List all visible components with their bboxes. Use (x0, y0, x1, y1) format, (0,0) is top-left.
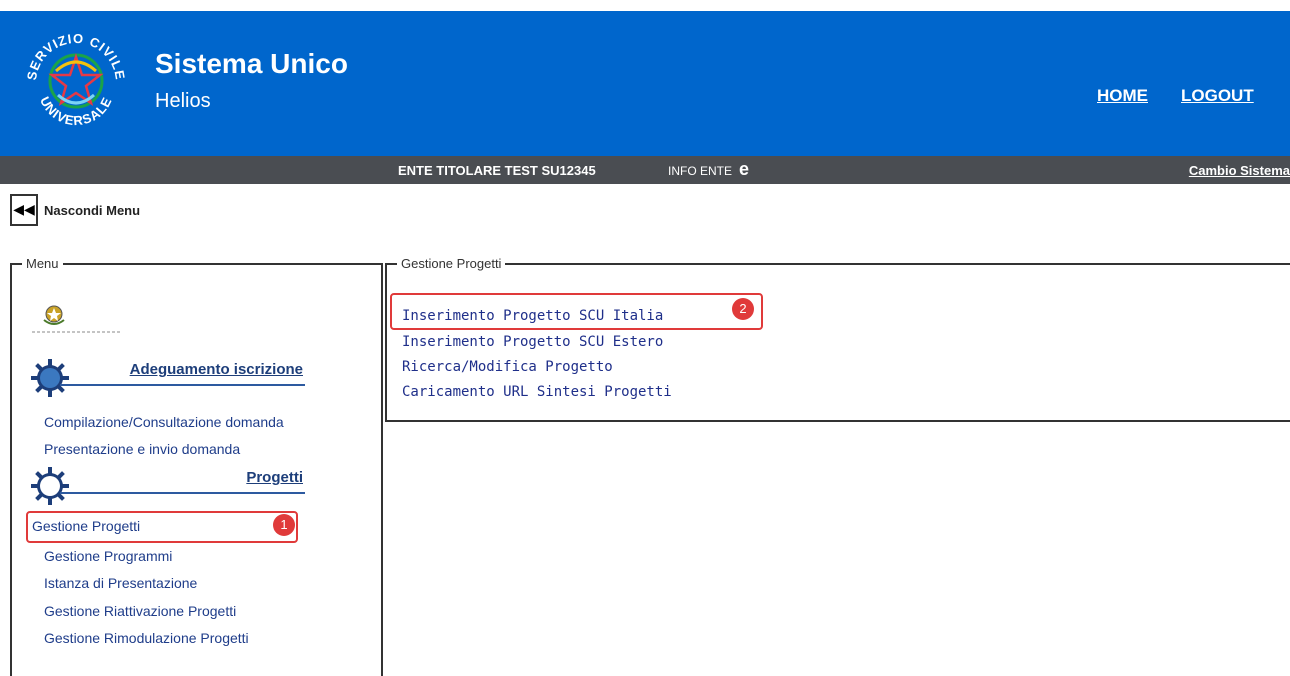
logout-link[interactable]: LOGOUT (1181, 86, 1254, 106)
annotation-highlight-2 (390, 293, 763, 330)
section-title-progetti[interactable]: Progetti (246, 469, 303, 486)
hide-menu-label: Nascondi Menu (44, 202, 141, 218)
italian-republic-emblem (32, 305, 122, 333)
link-caricamento-url[interactable]: Caricamento URL Sintesi Progetti (402, 384, 672, 400)
header-bar: SERVIZIO CIVILE UNIVERSALE Sistema Unico… (0, 11, 1290, 156)
hide-menu-button[interactable]: ◀◀ Nascondi Menu (10, 192, 140, 228)
menu-legend: Menu (26, 256, 59, 271)
menu-item-compilazione[interactable]: Compilazione/Consultazione domanda (44, 414, 284, 430)
gear-icon (31, 467, 69, 505)
section-underline (60, 492, 305, 494)
link-inserimento-estero[interactable]: Inserimento Progetto SCU Estero (402, 334, 663, 350)
home-link[interactable]: HOME (1097, 86, 1148, 106)
menu-item-rimodulazione[interactable]: Gestione Rimodulazione Progetti (44, 630, 249, 646)
gear-icon (31, 359, 69, 397)
svg-text:UNIVERSALE: UNIVERSALE (37, 94, 115, 128)
gestione-progetti-legend: Gestione Progetti (401, 256, 502, 271)
menu-item-gestione-programmi[interactable]: Gestione Programmi (44, 548, 172, 564)
app-title: Sistema Unico (155, 48, 348, 79)
menu-item-presentazione[interactable]: Presentazione e invio domanda (44, 441, 240, 457)
e-icon[interactable]: e (739, 159, 749, 180)
annotation-badge-1: 1 (273, 514, 295, 536)
menu-item-istanza-presentazione[interactable]: Istanza di Presentazione (44, 575, 197, 591)
servizio-civile-logo: SERVIZIO CIVILE UNIVERSALE (24, 31, 127, 129)
annotation-badge-2: 2 (732, 298, 754, 320)
app-subtitle: Helios (155, 90, 211, 112)
section-progetti: Progetti (30, 466, 305, 506)
info-bar: ENTE TITOLARE TEST SU12345 INFO ENTE e C… (0, 156, 1290, 184)
section-adeguamento: Adeguamento iscrizione (30, 358, 305, 398)
link-ricerca-modifica[interactable]: Ricerca/Modifica Progetto (402, 359, 613, 375)
rewind-icon[interactable]: ◀◀ (10, 194, 38, 226)
menu-item-riattivazione[interactable]: Gestione Riattivazione Progetti (44, 603, 236, 619)
annotation-highlight-1 (26, 511, 298, 543)
section-title-adeguamento[interactable]: Adeguamento iscrizione (130, 361, 303, 378)
ente-name: ENTE TITOLARE TEST SU12345 (398, 163, 596, 178)
section-underline (60, 384, 305, 386)
cambio-sistema-link[interactable]: Cambio Sistema (1189, 163, 1290, 178)
info-ente-link[interactable]: INFO ENTE (668, 164, 732, 178)
